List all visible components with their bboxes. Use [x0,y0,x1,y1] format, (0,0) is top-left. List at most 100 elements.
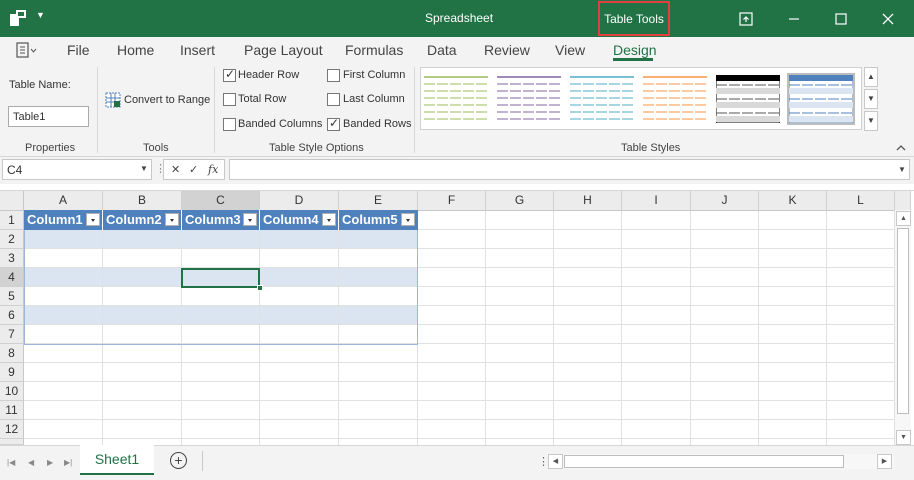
banded-rows-checkbox[interactable]: ✓ [327,116,340,131]
expand-formula-bar-icon[interactable]: ▼ [898,165,906,174]
collapse-ribbon-button[interactable] [896,143,906,154]
row-header-4[interactable]: 4 [0,268,24,287]
add-sheet-button[interactable]: + [170,452,187,469]
tab-review[interactable]: Review [484,42,530,58]
chevron-down-icon[interactable]: ▼ [36,10,45,20]
table-style-aqua-light[interactable] [568,73,636,125]
column-header-e[interactable]: E [339,191,418,211]
gallery-more-button[interactable]: ▼ [864,111,878,131]
row-header-10[interactable]: 10 [0,382,24,401]
row-header-3[interactable]: 3 [0,249,24,268]
table-header-label: Column2 [106,212,162,227]
tab-insert[interactable]: Insert [180,42,215,58]
first-sheet-icon[interactable]: |◀ [7,458,15,467]
tab-file[interactable]: File [67,42,90,58]
enter-formula-icon[interactable]: ✓ [189,163,198,176]
tab-view[interactable]: View [555,42,585,58]
filter-dropdown-icon[interactable] [86,213,100,226]
vertical-scrollbar[interactable]: ▲ ▼ [894,210,911,445]
column-header-j[interactable]: J [691,191,759,211]
close-button[interactable] [865,0,911,37]
chevron-up-icon: ▲ [900,215,907,222]
table-style-purple-light[interactable] [495,73,563,125]
gridline [485,211,486,445]
filter-dropdown-icon[interactable] [401,213,415,226]
checkmark-icon: ✓ [225,67,236,81]
filter-dropdown-icon[interactable] [322,213,336,226]
app-icon[interactable] [10,10,28,26]
table-header-column3[interactable]: Column3 [182,210,260,230]
tab-design[interactable]: Design [613,42,657,58]
tab-data[interactable]: Data [427,42,457,58]
row-header-8[interactable]: 8 [0,344,24,363]
table-styles-group-label: Table Styles [621,142,681,154]
name-box-dropdown-icon[interactable]: ▼ [140,164,148,173]
table-header-column4[interactable]: Column4 [260,210,339,230]
ribbon-tab-bar: File Home Insert Page Layout Formulas Da… [0,37,914,63]
total-row-checkbox[interactable] [223,93,236,106]
tab-formulas[interactable]: Formulas [345,42,403,58]
column-header-l[interactable]: L [827,191,895,211]
filter-dropdown-icon[interactable] [243,213,257,226]
table-tools-context-tab[interactable]: Table Tools [598,1,670,36]
vertical-scroll-thumb[interactable] [897,228,909,414]
scroll-right-button[interactable]: ▶ [877,454,892,469]
name-box[interactable] [2,159,152,180]
horizontal-scroll-thumb[interactable] [564,455,844,468]
table-header-column1[interactable]: Column1 [24,210,103,230]
row-header-1[interactable]: 1 [0,211,24,230]
column-header-m[interactable] [895,191,911,211]
row-header-12[interactable]: 12 [0,420,24,439]
column-header-c[interactable]: C [182,191,260,211]
convert-to-range-button[interactable]: Convert to Range [105,92,211,110]
column-header-f[interactable]: F [418,191,486,211]
active-cell-selection[interactable] [181,268,260,288]
filter-dropdown-icon[interactable] [165,213,179,226]
table-header-column5[interactable]: Column5 [339,210,418,230]
quick-menu-icon[interactable] [16,42,38,58]
scroll-up-button[interactable]: ▲ [896,211,911,226]
scroll-down-button[interactable]: ▼ [896,430,911,445]
ribbon-display-options-button[interactable] [723,0,769,37]
row-header-11[interactable]: 11 [0,401,24,420]
column-header-d[interactable]: D [260,191,339,211]
table-name-input[interactable] [8,106,89,127]
tab-page-layout[interactable]: Page Layout [244,42,323,58]
table-style-blue-medium[interactable] [787,73,855,125]
gallery-scroll-down-button[interactable]: ▼ [864,89,878,109]
last-sheet-icon[interactable]: ▶| [64,458,72,467]
row-header-5[interactable]: 5 [0,287,24,306]
column-header-k[interactable]: K [759,191,827,211]
table-header-column2[interactable]: Column2 [103,210,182,230]
gallery-scroll-up-button[interactable]: ▲ [864,67,878,87]
fill-handle[interactable] [257,285,263,291]
column-header-a[interactable]: A [24,191,103,211]
scroll-left-button[interactable]: ◀ [548,454,563,469]
banded-columns-checkbox[interactable] [223,118,236,131]
row-header-7[interactable]: 7 [0,325,24,344]
column-header-b[interactable]: B [103,191,182,211]
sheet-tab-sheet1[interactable]: Sheet1 [80,445,154,475]
row-header-6[interactable]: 6 [0,306,24,325]
minimize-button[interactable] [771,0,817,37]
row-header-2[interactable]: 2 [0,230,24,249]
maximize-button[interactable] [818,0,864,37]
column-header-g[interactable]: G [486,191,554,211]
tab-home[interactable]: Home [117,42,154,58]
formula-input[interactable] [229,159,910,180]
last-column-checkbox[interactable] [327,93,340,106]
first-column-checkbox[interactable] [327,69,340,82]
cancel-formula-icon[interactable]: ✕ [171,163,180,176]
column-header-i[interactable]: I [622,191,691,211]
table-style-black-medium[interactable] [714,73,782,125]
insert-function-icon[interactable]: fx [208,163,218,176]
next-sheet-icon[interactable]: ▶ [47,458,53,467]
select-all-corner[interactable] [0,191,24,211]
header-row-checkbox[interactable]: ✓ [223,67,236,82]
horizontal-scrollbar[interactable]: ◀ ▶ [548,454,894,469]
table-style-green-light[interactable] [422,73,490,125]
column-header-h[interactable]: H [554,191,622,211]
table-style-orange-light[interactable] [641,73,709,125]
previous-sheet-icon[interactable]: ◀ [28,458,34,467]
row-header-9[interactable]: 9 [0,363,24,382]
